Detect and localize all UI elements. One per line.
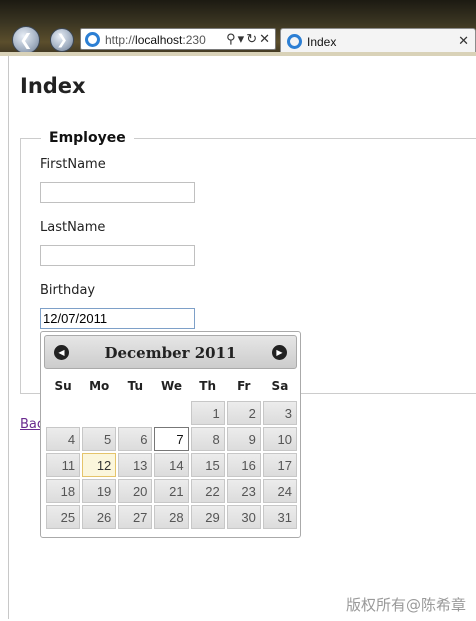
ie-icon [85, 32, 100, 47]
first-name-field[interactable] [40, 182, 195, 203]
forward-button[interactable]: ❯ [50, 28, 74, 52]
calendar-week-row: 25 26 27 28 29 30 31 [46, 505, 297, 529]
empty-day-cell [46, 401, 80, 425]
close-icon[interactable]: ✕ [458, 33, 469, 49]
calendar-day[interactable]: 28 [154, 505, 189, 529]
day-header: Su [54, 379, 72, 393]
day-header: We [161, 379, 182, 393]
birthday-label: Birthday [40, 283, 96, 298]
calendar-day[interactable]: 12 [82, 453, 117, 477]
calendar-day[interactable]: 27 [118, 505, 153, 529]
calendar-day[interactable]: 5 [82, 427, 117, 451]
empty-day-cell [82, 401, 116, 425]
calendar-day[interactable]: 10 [262, 427, 297, 451]
calendar-day[interactable]: 16 [226, 453, 261, 477]
url-text: http://localhost:230 [105, 33, 206, 47]
day-header: Tu [127, 379, 144, 393]
back-icon: ❮ [19, 30, 33, 49]
browser-chrome: ❮ ❯ http://localhost:230 ⚲▾↻✕ Index ✕ [0, 0, 476, 56]
calendar-day[interactable]: 22 [190, 479, 225, 503]
first-name-label: FirstName [40, 157, 106, 172]
calendar-day[interactable]: 25 [46, 505, 81, 529]
calendar-grid: Su Mo Tu We Th Fr Sa 1 2 3 4 5 6 7 8 9 10 11 12 13 14… [44, 371, 299, 531]
calendar-day[interactable]: 3 [262, 401, 297, 425]
datepicker-popup: ◀ December 2011 ▶ Su Mo Tu We Th Fr Sa 1… [40, 331, 301, 538]
calendar-day[interactable]: 17 [262, 453, 297, 477]
tab-title: Index [307, 35, 337, 49]
calendar-day[interactable]: 13 [118, 453, 153, 477]
calendar-day[interactable]: 19 [82, 479, 117, 503]
tab-index[interactable]: Index ✕ [280, 28, 476, 54]
calendar-day[interactable]: 18 [46, 479, 81, 503]
calendar-day[interactable]: 11 [46, 453, 81, 477]
dropdown-icon[interactable]: ▾ [238, 31, 247, 46]
calendar-day[interactable]: 30 [226, 505, 261, 529]
calendar-day[interactable]: 31 [262, 505, 297, 529]
calendar-day[interactable]: 4 [46, 427, 81, 451]
empty-day-cell [118, 401, 152, 425]
calendar-day[interactable]: 20 [118, 479, 153, 503]
search-icon[interactable]: ⚲ [226, 31, 238, 46]
tab-ie-icon [287, 34, 302, 49]
day-header-row: Su Mo Tu We Th Fr Sa [46, 373, 297, 399]
refresh-icon[interactable]: ↻ [246, 31, 259, 46]
calendar-week-row: 4 5 6 7 8 9 10 [46, 427, 297, 451]
calendar-day[interactable]: 14 [154, 453, 189, 477]
calendar-day[interactable]: 23 [226, 479, 261, 503]
calendar-week-row: 123 [46, 401, 297, 425]
stop-icon[interactable]: ✕ [259, 31, 272, 46]
last-name-field[interactable] [40, 245, 195, 266]
back-button[interactable]: ❮ [12, 26, 40, 54]
calendar-week-row: 11 12 13 14 15 16 17 [46, 453, 297, 477]
calendar-day[interactable]: 1 [190, 401, 225, 425]
calendar-day[interactable]: 9 [226, 427, 261, 451]
next-month-icon[interactable]: ▶ [272, 345, 287, 360]
calendar-day[interactable]: 8 [190, 427, 225, 451]
calendar-day[interactable]: 2 [226, 401, 261, 425]
day-header: Th [199, 379, 216, 393]
day-header: Fr [237, 379, 251, 393]
address-tools: ⚲▾↻✕ [226, 31, 272, 47]
day-header: Mo [89, 379, 110, 393]
fieldset-legend: Employee [49, 130, 126, 146]
watermark-text: 版权所有@陈希章 [345, 596, 466, 614]
calendar-day[interactable]: 26 [82, 505, 117, 529]
datepicker-header: ◀ December 2011 ▶ [44, 335, 297, 369]
calendar-day[interactable]: 7 [154, 427, 189, 451]
forward-icon: ❯ [56, 32, 68, 48]
calendar-day[interactable]: 29 [190, 505, 225, 529]
calendar-week-row: 18 19 20 21 22 23 24 [46, 479, 297, 503]
empty-day-cell [154, 401, 188, 425]
birthday-field[interactable]: 12/07/2011 [40, 308, 195, 329]
day-header: Sa [271, 379, 289, 393]
page-title: Index [20, 74, 86, 98]
address-bar[interactable]: http://localhost:230 ⚲▾↻✕ [80, 28, 276, 50]
calendar-day[interactable]: 24 [262, 479, 297, 503]
calendar-day[interactable]: 21 [154, 479, 189, 503]
calendar-day[interactable]: 6 [118, 427, 153, 451]
calendar-day[interactable]: 15 [190, 453, 225, 477]
month-title: December 2011 [104, 344, 237, 362]
last-name-label: LastName [40, 220, 106, 235]
